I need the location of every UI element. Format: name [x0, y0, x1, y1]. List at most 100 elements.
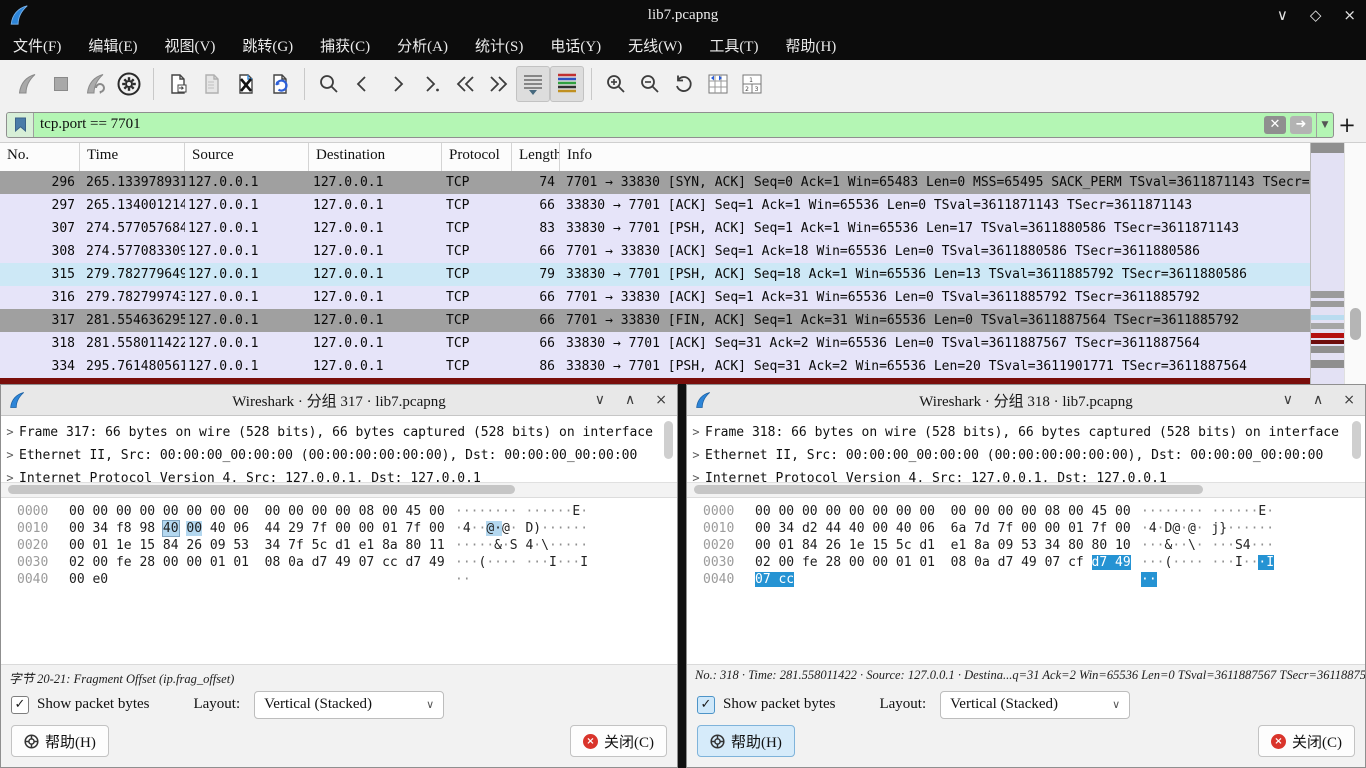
expander-icon[interactable]: >	[1, 467, 19, 482]
column-header[interactable]: Time	[80, 143, 185, 171]
help-button[interactable]: 帮助(H)	[697, 725, 795, 757]
minimize-icon[interactable]: ∨	[1277, 6, 1288, 24]
maximize-icon[interactable]: ∧	[625, 392, 635, 408]
close-button[interactable]: × 关闭(C)	[570, 725, 667, 757]
expander-icon[interactable]: >	[1, 444, 19, 467]
packet-row[interactable]: 334295.761480561127.0.0.1127.0.0.1TCP863…	[0, 355, 1310, 378]
hex-row[interactable]: 003002 00 fe 28 00 00 01 01 08 0a d7 49 …	[703, 554, 1365, 571]
hex-row[interactable]: 000000 00 00 00 00 00 00 00 00 00 00 00 …	[703, 503, 1365, 520]
menu-item[interactable]: 工具(T)	[709, 35, 758, 56]
expander-icon[interactable]: >	[687, 467, 705, 482]
packet-row[interactable]: 308274.577083309127.0.0.1127.0.0.1TCP667…	[0, 240, 1310, 263]
maximize-icon[interactable]: ∧	[1313, 392, 1323, 408]
column-header[interactable]: Length	[512, 143, 560, 171]
close-icon[interactable]: ×	[1343, 392, 1355, 408]
menu-item[interactable]: 分析(A)	[397, 35, 448, 56]
restart-capture-icon[interactable]	[78, 66, 112, 102]
hex-row[interactable]: 002000 01 84 26 1e 15 5c d1 e1 8a 09 53 …	[703, 537, 1365, 554]
stop-capture-icon[interactable]	[44, 66, 78, 102]
menu-item[interactable]: 电话(Y)	[550, 35, 601, 56]
hex-row[interactable]: 003002 00 fe 28 00 00 01 01 08 0a d7 49 …	[17, 554, 677, 571]
find-packet-icon[interactable]	[312, 66, 346, 102]
display-filter-input[interactable]: tcp.port == 7701 ✕ ➜ ▼	[6, 112, 1334, 138]
scrollbar-handle[interactable]	[8, 485, 515, 494]
packet-row[interactable]: 296265.133978931127.0.0.1127.0.0.1TCP747…	[0, 171, 1310, 194]
menu-item[interactable]: 无线(W)	[628, 35, 682, 56]
help-button[interactable]: 帮助(H)	[11, 725, 109, 757]
hex-row[interactable]: 004000 e0··	[17, 571, 677, 588]
hex-row[interactable]: 000000 00 00 00 00 00 00 00 00 00 00 00 …	[17, 503, 677, 520]
go-forward-icon[interactable]	[380, 66, 414, 102]
menu-item[interactable]: 编辑(E)	[88, 35, 137, 56]
minimize-icon[interactable]: ∨	[1283, 392, 1293, 408]
resize-columns-icon[interactable]	[701, 66, 735, 102]
open-file-icon[interactable]	[161, 66, 195, 102]
column-header[interactable]: Protocol	[442, 143, 512, 171]
filter-add-button[interactable]: +	[1334, 113, 1360, 137]
auto-scroll-icon[interactable]	[516, 66, 550, 102]
layout-chooser-icon[interactable]: 123	[735, 66, 769, 102]
reload-file-icon[interactable]	[263, 66, 297, 102]
menu-item[interactable]: 统计(S)	[475, 35, 523, 56]
horizontal-scrollbar[interactable]	[1, 482, 677, 498]
show-packet-bytes-checkbox[interactable]: ✓	[11, 696, 29, 714]
close-icon[interactable]: ×	[1343, 6, 1356, 24]
go-first-icon[interactable]	[448, 66, 482, 102]
packet-row[interactable]: 297265.134001214127.0.0.1127.0.0.1TCP663…	[0, 194, 1310, 217]
hex-row[interactable]: 001000 34 d2 44 40 00 40 06 6a 7d 7f 00 …	[703, 520, 1365, 537]
packet-row[interactable]: 307274.577057684127.0.0.1127.0.0.1TCP833…	[0, 217, 1310, 240]
expander-icon[interactable]: >	[1, 421, 19, 444]
hex-view[interactable]: 000000 00 00 00 00 00 00 00 00 00 00 00 …	[687, 498, 1365, 664]
column-header[interactable]: No.	[0, 143, 80, 171]
maximize-icon[interactable]: ◇	[1310, 6, 1322, 24]
tree-row[interactable]: >Frame 317: 66 bytes on wire (528 bits),…	[1, 421, 677, 444]
zoom-reset-icon[interactable]	[667, 66, 701, 102]
tree-scrollbar[interactable]	[664, 421, 673, 459]
close-button[interactable]: × 关闭(C)	[1258, 725, 1355, 757]
expander-icon[interactable]: >	[687, 421, 705, 444]
hex-view[interactable]: 000000 00 00 00 00 00 00 00 00 00 00 00 …	[1, 498, 677, 664]
hex-row[interactable]: 001000 34 f8 98 40 00 40 06 44 29 7f 00 …	[17, 520, 677, 537]
zoom-in-icon[interactable]	[599, 66, 633, 102]
horizontal-scrollbar[interactable]	[687, 482, 1365, 498]
column-header[interactable]: Info	[560, 143, 1310, 171]
packet-row[interactable]: 317281.554636295127.0.0.1127.0.0.1TCP667…	[0, 309, 1310, 332]
packet-row[interactable]: 315279.782779649127.0.0.1127.0.0.1TCP793…	[0, 263, 1310, 286]
filter-dropdown-icon[interactable]: ▼	[1316, 113, 1333, 137]
colorize-packets-icon[interactable]	[550, 66, 584, 102]
menu-item[interactable]: 视图(V)	[165, 35, 216, 56]
layout-dropdown[interactable]: Vertical (Stacked)∨	[254, 691, 444, 719]
zoom-out-icon[interactable]	[633, 66, 667, 102]
scrollbar-handle[interactable]	[694, 485, 1203, 494]
show-packet-bytes-checkbox[interactable]: ✓	[697, 696, 715, 714]
packet-row[interactable]: 318281.558011422127.0.0.1127.0.0.1TCP663…	[0, 332, 1310, 355]
go-last-icon[interactable]	[482, 66, 516, 102]
packet-row[interactable]: 316279.782799743127.0.0.1127.0.0.1TCP667…	[0, 286, 1310, 309]
tree-scrollbar[interactable]	[1352, 421, 1361, 459]
menu-item[interactable]: 文件(F)	[13, 35, 61, 56]
expander-icon[interactable]: >	[687, 444, 705, 467]
column-header[interactable]: Destination	[309, 143, 442, 171]
tree-row[interactable]: >Frame 318: 66 bytes on wire (528 bits),…	[687, 421, 1365, 444]
close-file-icon[interactable]	[229, 66, 263, 102]
menu-item[interactable]: 跳转(G)	[242, 35, 293, 56]
layout-dropdown[interactable]: Vertical (Stacked)∨	[940, 691, 1130, 719]
scrollbar-handle[interactable]	[1350, 308, 1361, 340]
capture-options-icon[interactable]	[112, 66, 146, 102]
filter-bookmark-icon[interactable]	[7, 113, 34, 137]
go-to-packet-icon[interactable]	[414, 66, 448, 102]
tree-row[interactable]: >Internet Protocol Version 4, Src: 127.0…	[1, 467, 677, 482]
tree-row[interactable]: >Ethernet II, Src: 00:00:00_00:00:00 (00…	[687, 444, 1365, 467]
go-back-icon[interactable]	[346, 66, 380, 102]
filter-apply-icon[interactable]: ➜	[1290, 116, 1312, 134]
column-header[interactable]: Source	[185, 143, 309, 171]
start-capture-icon[interactable]	[10, 66, 44, 102]
menu-item[interactable]: 帮助(H)	[785, 35, 836, 56]
packet-list-scrollbar[interactable]	[1344, 143, 1366, 384]
minimize-icon[interactable]: ∨	[595, 392, 605, 408]
hex-row[interactable]: 004007 cc··	[703, 571, 1365, 588]
packet-minimap[interactable]	[1310, 143, 1344, 384]
filter-clear-icon[interactable]: ✕	[1264, 116, 1286, 134]
menu-item[interactable]: 捕获(C)	[320, 35, 370, 56]
tree-row[interactable]: >Ethernet II, Src: 00:00:00_00:00:00 (00…	[1, 444, 677, 467]
